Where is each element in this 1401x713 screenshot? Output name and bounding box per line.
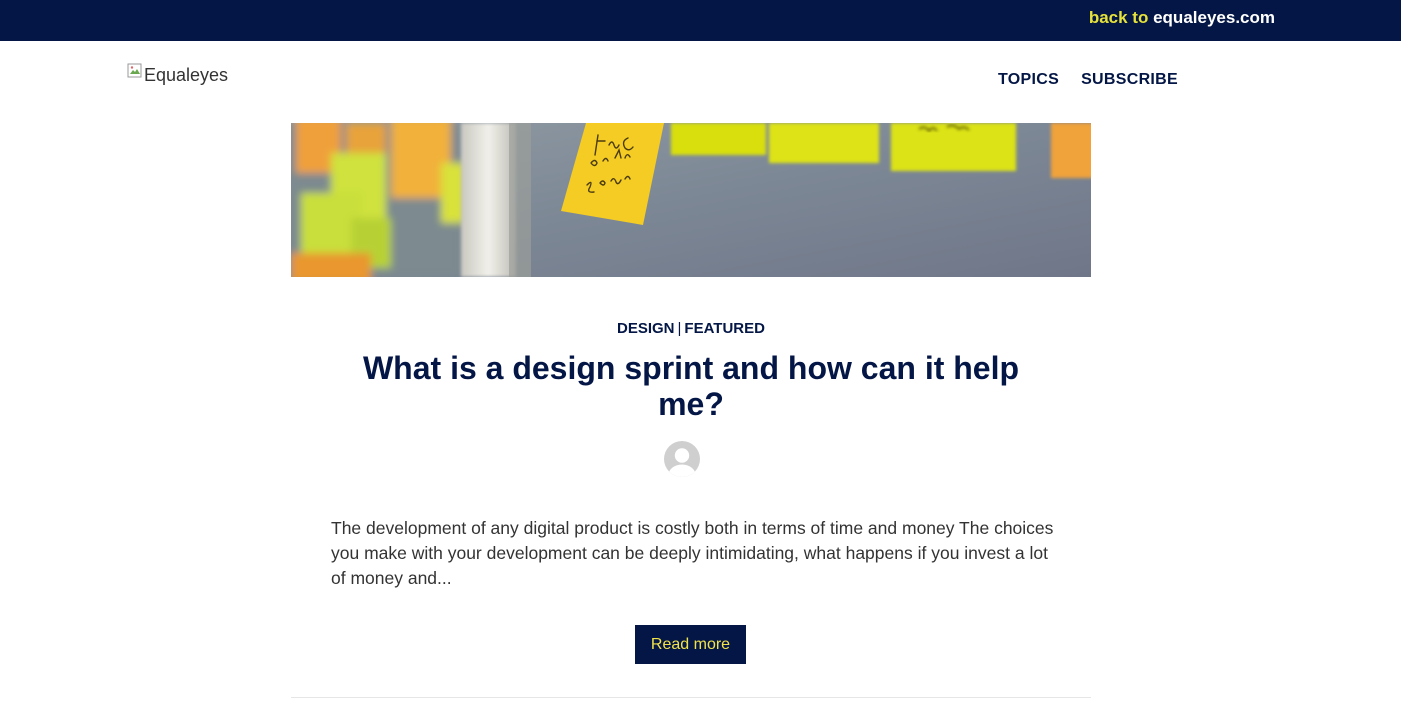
back-to-site-link[interactable]: back to equaleyes.com [1089,8,1275,28]
post-divider [291,697,1091,698]
back-link-prefix: back to [1088,8,1149,27]
category-separator: | [677,320,682,337]
category-design[interactable]: DESIGN [617,320,675,337]
post-title[interactable]: What is a design sprint and how can it h… [341,350,1041,422]
post-hero-image[interactable] [291,123,1091,277]
main-nav: TOPICS SUBSCRIBE [998,71,1178,89]
nav-subscribe[interactable]: SUBSCRIBE [1081,71,1178,89]
nav-topics[interactable]: TOPICS [998,71,1059,89]
post-excerpt: The development of any digital product i… [331,518,1054,588]
back-link-domain: equaleyes.com [1153,8,1275,27]
category-featured[interactable]: FEATURED [684,320,765,337]
sticky-notes-image [291,123,1091,277]
post-categories: DESIGN | FEATURED [291,320,1091,338]
broken-image-icon [127,63,142,78]
logo-alt-text: Equaleyes [144,64,229,85]
site-logo[interactable]: Equaleyes [127,63,228,87]
author-avatar-icon[interactable] [664,441,700,477]
read-more-button[interactable]: Read more [635,625,746,664]
top-banner: back to equaleyes.com [0,0,1401,41]
